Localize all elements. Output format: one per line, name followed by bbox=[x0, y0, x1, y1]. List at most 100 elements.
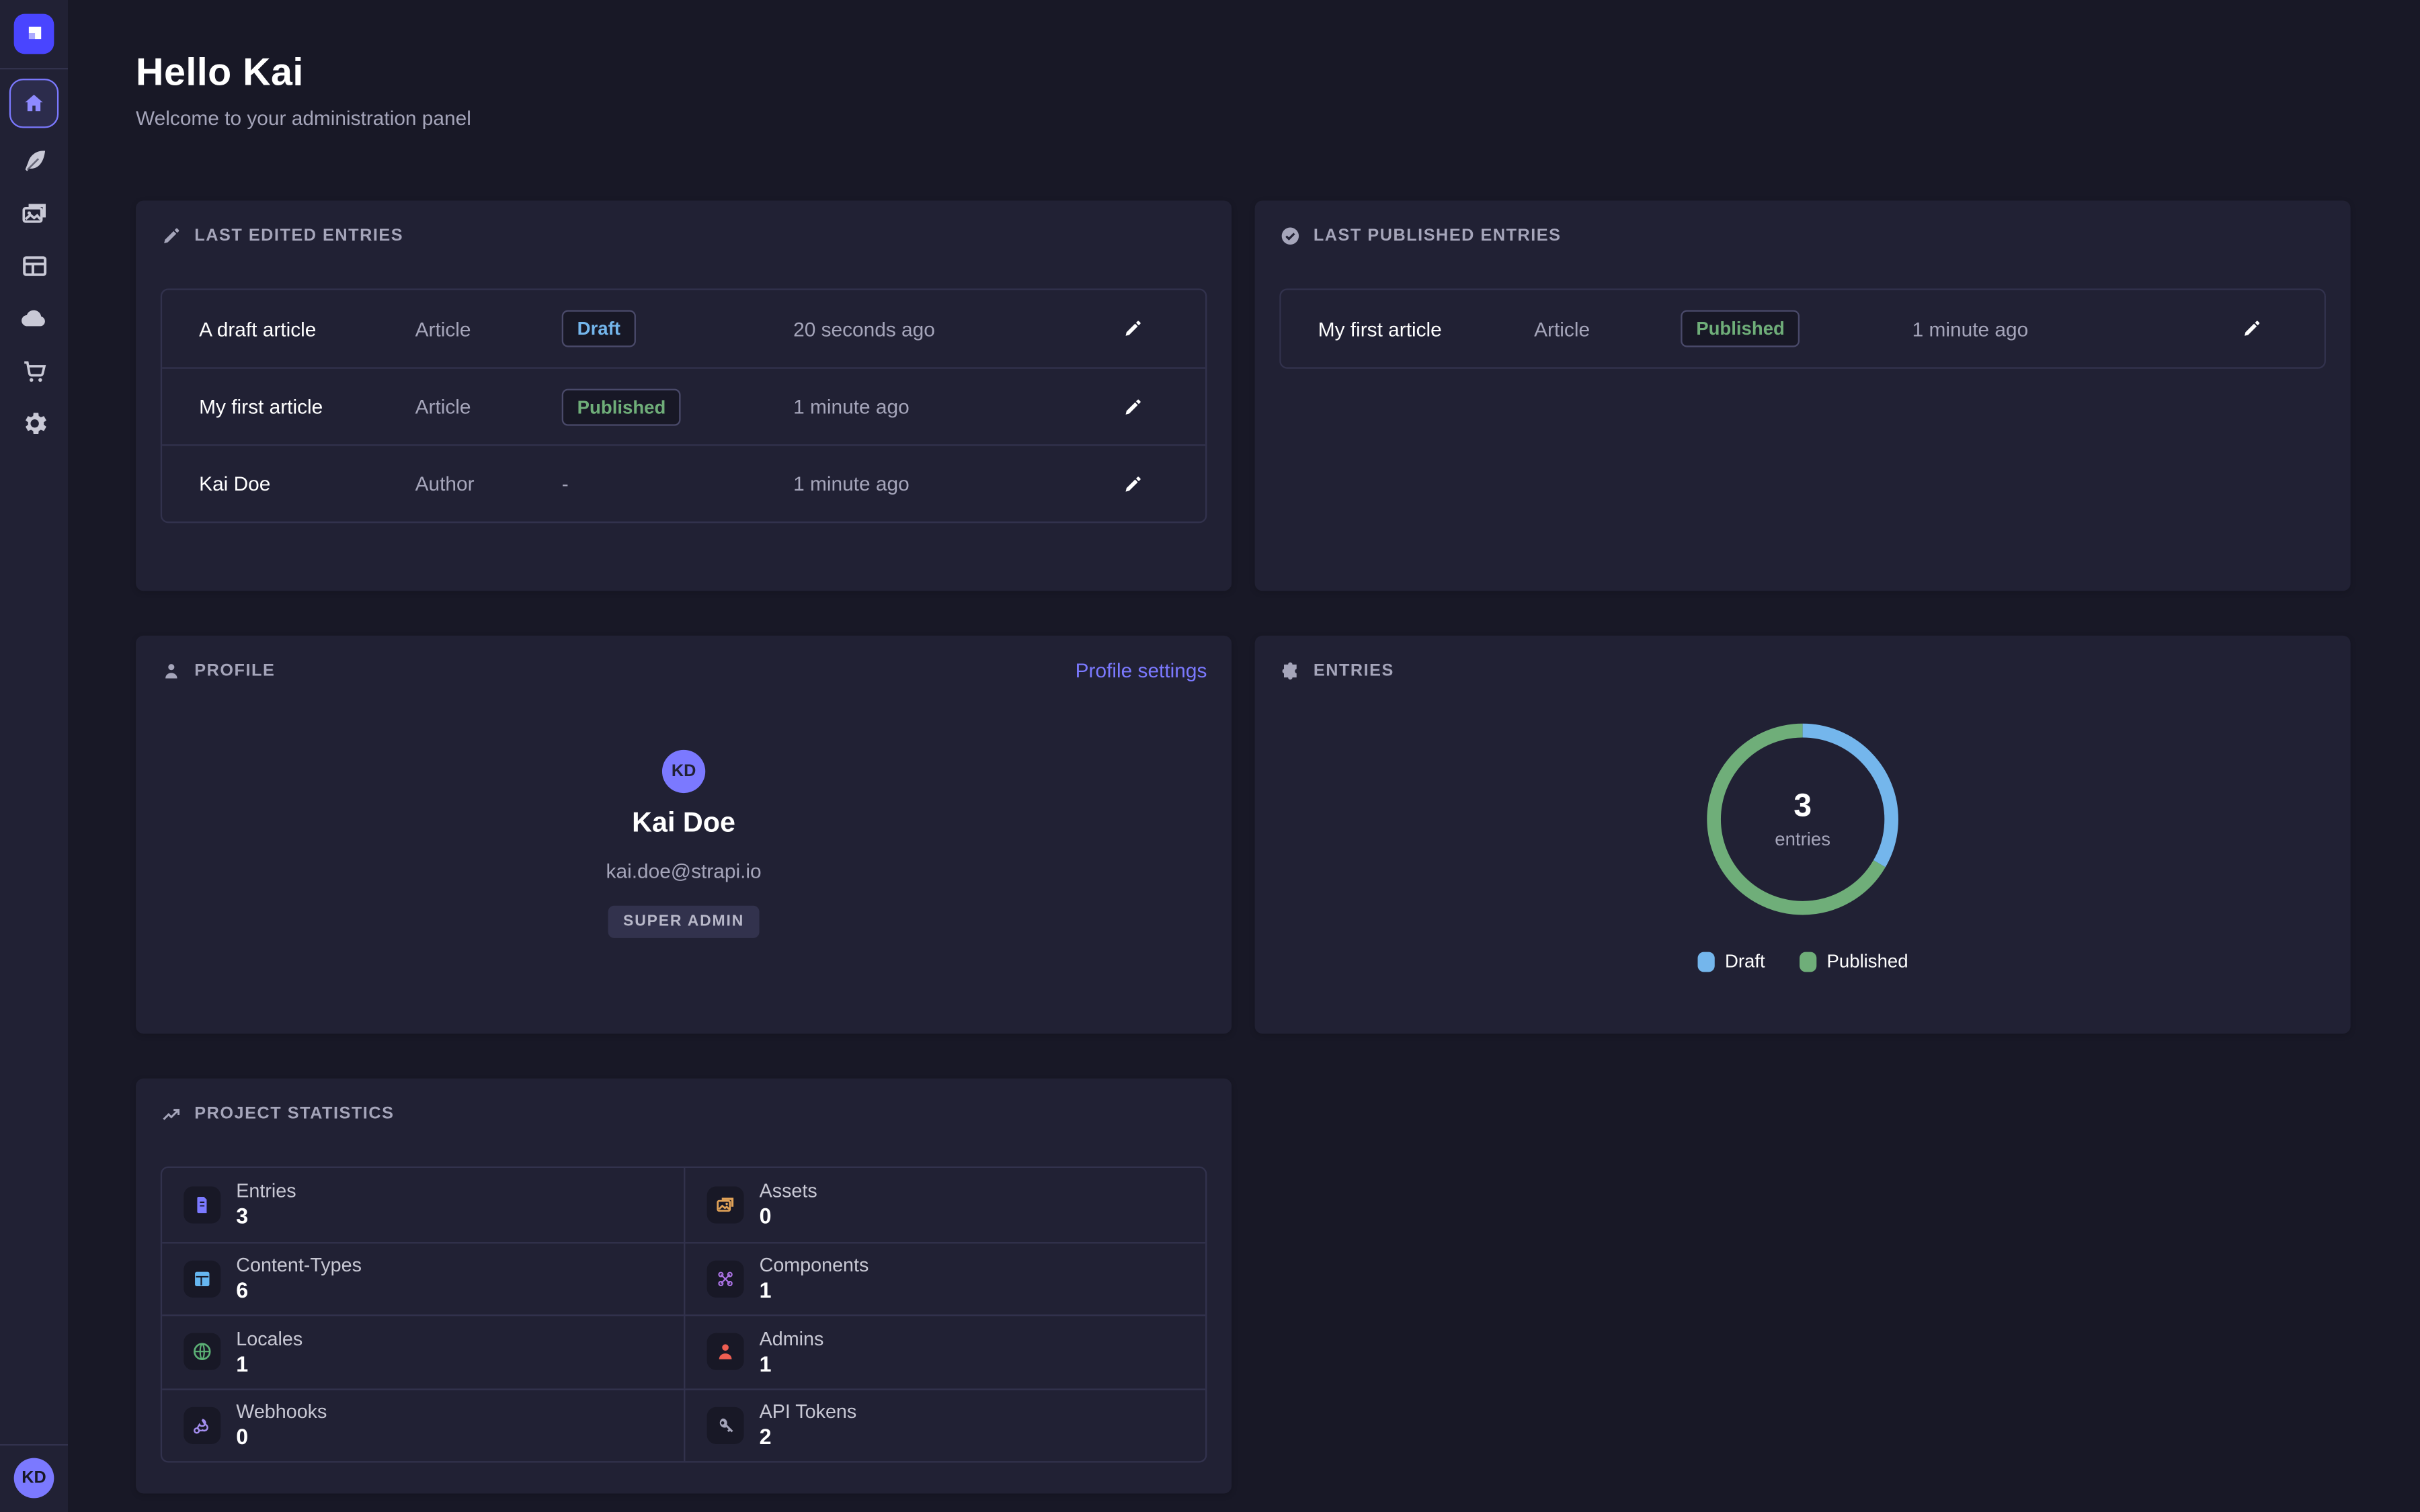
components-icon bbox=[715, 1268, 736, 1290]
stat-label: Assets bbox=[760, 1181, 817, 1202]
entry-time: 1 minute ago bbox=[1912, 317, 2241, 340]
sidebar-item-settings[interactable] bbox=[15, 405, 52, 442]
panel-title: LAST PUBLISHED ENTRIES bbox=[1314, 227, 1562, 246]
status-badge: Published bbox=[562, 388, 682, 425]
last-edited-entries-panel: LAST EDITED ENTRIES A draft article Arti… bbox=[136, 200, 1232, 591]
stat-value: 0 bbox=[760, 1204, 817, 1228]
check-circle-icon bbox=[1279, 225, 1301, 247]
strapi-logo-icon bbox=[22, 22, 46, 46]
feather-icon bbox=[19, 146, 49, 175]
stat-label: API Tokens bbox=[760, 1401, 857, 1423]
stat-value: 3 bbox=[236, 1204, 296, 1228]
legend-item-published: Published bbox=[1799, 950, 1908, 972]
role-badge: SUPER ADMIN bbox=[608, 906, 760, 938]
page-title: Hello Kai bbox=[136, 51, 2351, 96]
page-subtitle: Welcome to your administration panel bbox=[136, 106, 2351, 129]
stat-admins: Admins 1 bbox=[684, 1314, 1205, 1388]
layout-icon bbox=[19, 251, 49, 280]
table-row[interactable]: Kai Doe Author - 1 minute ago bbox=[162, 444, 1205, 521]
table-row[interactable]: My first article Article Published 1 min… bbox=[162, 367, 1205, 444]
edit-entry-button[interactable] bbox=[1122, 318, 1143, 339]
project-statistics-panel: PROJECT STATISTICS Entries 3 bbox=[136, 1079, 1232, 1494]
entries-count: 3 bbox=[1793, 788, 1812, 825]
entry-name: A draft article bbox=[199, 317, 415, 340]
status-badge: Published bbox=[1681, 310, 1800, 347]
table-row[interactable]: A draft article Article Draft 20 seconds… bbox=[162, 290, 1205, 368]
stat-label: Locales bbox=[236, 1328, 302, 1349]
stat-assets: Assets 0 bbox=[684, 1168, 1205, 1241]
sidebar-item-content-manager[interactable] bbox=[15, 142, 52, 179]
user-avatar[interactable]: KD bbox=[14, 1458, 54, 1499]
entry-time: 20 seconds ago bbox=[793, 317, 1122, 340]
profile-settings-link[interactable]: Profile settings bbox=[1076, 659, 1207, 681]
sidebar-item-cloud[interactable] bbox=[15, 299, 52, 336]
status-empty: - bbox=[562, 471, 569, 494]
content-types-icon bbox=[192, 1268, 213, 1290]
panel-title: PROJECT STATISTICS bbox=[194, 1105, 394, 1124]
sidebar-item-marketplace[interactable] bbox=[15, 351, 52, 388]
person-icon bbox=[161, 661, 182, 682]
stat-locales: Locales 1 bbox=[162, 1314, 684, 1388]
entry-type: Article bbox=[1534, 317, 1681, 340]
strapi-logo[interactable] bbox=[14, 14, 54, 54]
sidebar-item-media-library[interactable] bbox=[15, 194, 52, 231]
stat-value: 1 bbox=[236, 1351, 302, 1376]
admins-person-icon bbox=[715, 1341, 736, 1363]
edit-entry-button[interactable] bbox=[1122, 396, 1143, 417]
entry-name: Kai Doe bbox=[199, 472, 415, 495]
webhooks-icon bbox=[192, 1415, 213, 1436]
profile-panel: PROFILE Profile settings KD Kai Doe kai.… bbox=[136, 636, 1232, 1034]
sidebar-footer: KD bbox=[0, 1444, 68, 1512]
stat-value: 1 bbox=[760, 1351, 824, 1376]
stat-label: Webhooks bbox=[236, 1401, 327, 1423]
stat-value: 1 bbox=[760, 1278, 869, 1303]
stat-api-tokens: API Tokens 2 bbox=[684, 1388, 1205, 1461]
main-content: Hello Kai Welcome to your administration… bbox=[68, 0, 2420, 1512]
stat-value: 0 bbox=[236, 1425, 327, 1450]
pencil-icon bbox=[1122, 396, 1143, 417]
table-row[interactable]: My first article Article Published 1 min… bbox=[1281, 290, 2325, 368]
entry-time: 1 minute ago bbox=[793, 472, 1122, 495]
entry-time: 1 minute ago bbox=[793, 395, 1122, 418]
status-badge: Draft bbox=[562, 310, 636, 347]
strapi-admin-dashboard: KD Hello Kai Welcome to your administrat… bbox=[0, 0, 2420, 1512]
entries-donut-chart: 3 entries bbox=[1704, 720, 1902, 918]
sidebar: KD bbox=[0, 0, 68, 1512]
last-published-entries-panel: LAST PUBLISHED ENTRIES My first article … bbox=[1255, 200, 2351, 591]
assets-icon bbox=[715, 1193, 736, 1215]
pencil-icon bbox=[1122, 318, 1143, 339]
entry-type: Article bbox=[415, 317, 562, 340]
sidebar-item-content-type-builder[interactable] bbox=[15, 247, 52, 284]
panel-title: LAST EDITED ENTRIES bbox=[194, 227, 403, 246]
pencil-icon bbox=[161, 225, 182, 247]
home-icon bbox=[22, 91, 46, 116]
legend-label: Published bbox=[1827, 950, 1908, 972]
pencil-icon bbox=[1122, 473, 1143, 495]
sidebar-nav bbox=[0, 69, 68, 449]
entry-name: My first article bbox=[199, 395, 415, 418]
sidebar-footer-divider bbox=[0, 1444, 68, 1445]
sidebar-item-home[interactable] bbox=[9, 79, 58, 128]
stat-entries: Entries 3 bbox=[162, 1168, 684, 1241]
edit-entry-button[interactable] bbox=[1122, 473, 1143, 495]
stat-label: Entries bbox=[236, 1181, 296, 1202]
entries-icon bbox=[192, 1193, 213, 1215]
locales-globe-icon bbox=[192, 1341, 213, 1363]
pencil-icon bbox=[2241, 318, 2263, 339]
last-published-table: My first article Article Published 1 min… bbox=[1279, 288, 2326, 368]
gear-icon bbox=[19, 408, 49, 437]
api-tokens-key-icon bbox=[715, 1415, 736, 1436]
entry-type: Author bbox=[415, 472, 562, 495]
legend-label: Draft bbox=[1725, 950, 1765, 972]
entries-panel: ENTRIES 3 entries bbox=[1255, 636, 2351, 1034]
cart-icon bbox=[19, 355, 49, 385]
legend-marker-draft bbox=[1697, 951, 1714, 971]
panel-title: ENTRIES bbox=[1314, 662, 1394, 681]
entry-name: My first article bbox=[1318, 317, 1534, 340]
stat-label: Admins bbox=[760, 1328, 824, 1349]
avatar: KD bbox=[662, 750, 705, 793]
stat-value: 2 bbox=[760, 1425, 857, 1450]
edit-entry-button[interactable] bbox=[2241, 318, 2263, 339]
stat-label: Components bbox=[760, 1255, 869, 1276]
legend-marker-published bbox=[1799, 951, 1816, 971]
